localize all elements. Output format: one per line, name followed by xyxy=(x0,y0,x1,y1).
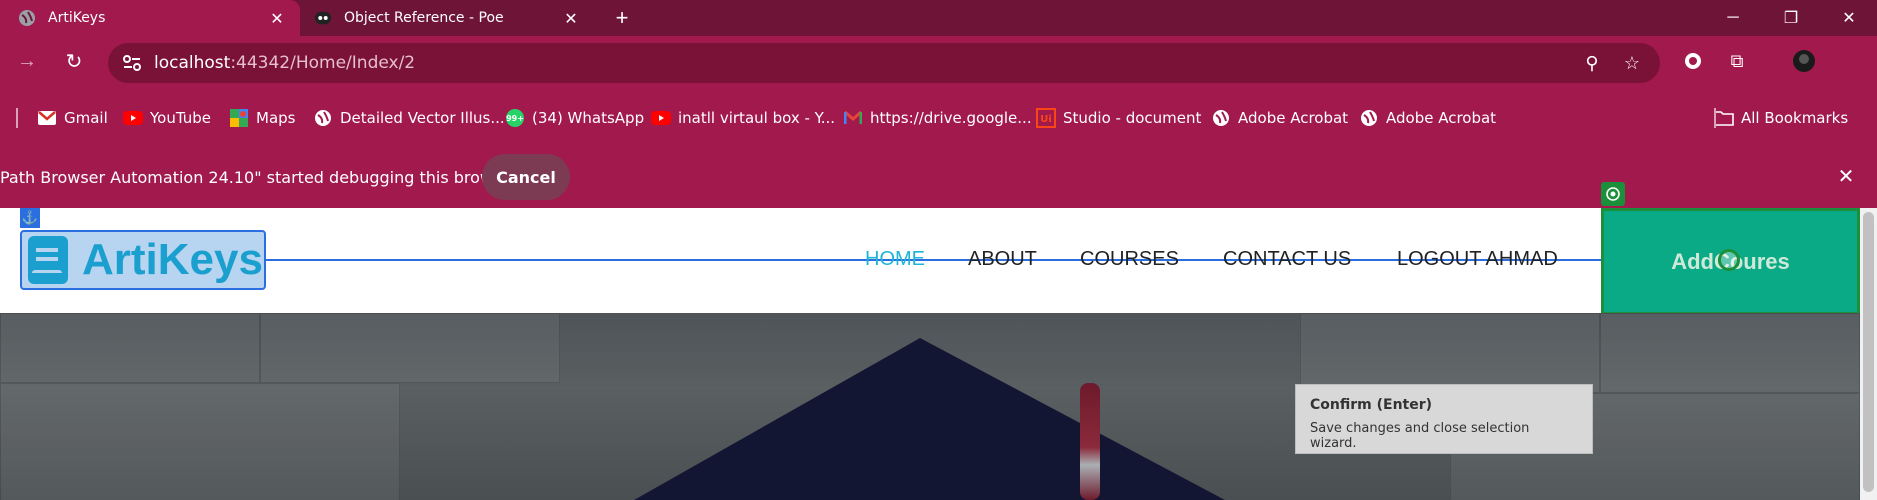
graduation-cap xyxy=(620,338,1240,500)
tab-strip: ArtiKeys ✕ Object Reference - Poe ✕ + ─ … xyxy=(0,0,1877,36)
wall-block xyxy=(260,313,560,383)
nav-logout[interactable]: LOGOUT AHMAD xyxy=(1397,248,1558,271)
extension-circle-icon[interactable] xyxy=(1676,44,1710,78)
all-bookmarks[interactable]: All Bookmarks xyxy=(1714,102,1848,134)
zoom-icon[interactable]: ⚲ xyxy=(1576,47,1608,79)
tab-poe[interactable]: Object Reference - Poe ✕ xyxy=(304,0,594,36)
youtube-icon xyxy=(651,108,671,128)
bookmark-whatsapp[interactable]: 99+ (34) WhatsApp xyxy=(505,102,644,134)
bookmark-drive[interactable]: https://drive.google... xyxy=(843,102,1032,134)
globe-icon xyxy=(1211,108,1231,128)
extensions-puzzle-icon[interactable]: ⧉ xyxy=(1720,44,1754,78)
tooltip-title: Confirm (Enter) xyxy=(1310,397,1433,413)
svg-text:Ui: Ui xyxy=(1040,114,1052,125)
svg-text:99+: 99+ xyxy=(506,114,524,123)
youtube-icon xyxy=(123,108,143,128)
cap-tassel xyxy=(1080,383,1100,500)
minimize-icon[interactable]: ─ xyxy=(1705,0,1761,36)
anchor-icon[interactable]: ⚓ xyxy=(20,208,40,228)
target-marker-icon xyxy=(1718,249,1740,271)
forward-icon[interactable]: → xyxy=(10,44,44,78)
wall-block xyxy=(0,383,400,500)
tab-title: ArtiKeys xyxy=(48,10,106,26)
web-page: ArtiKeys ⚓ HOME ABOUT COURSES CONTACT US… xyxy=(0,182,1860,500)
bookmark-maps[interactable]: Maps xyxy=(229,102,295,134)
tab-artikeys[interactable]: ArtiKeys ✕ xyxy=(0,0,300,36)
site-header: ArtiKeys ⚓ HOME ABOUT COURSES CONTACT US… xyxy=(0,208,1860,315)
book-icon xyxy=(28,236,68,284)
close-tab-icon[interactable]: ✕ xyxy=(558,5,584,31)
globe-icon xyxy=(1359,108,1379,128)
bookmark-star-icon[interactable]: ☆ xyxy=(1616,47,1648,79)
confirm-tooltip: Confirm (Enter) Save changes and close s… xyxy=(1295,384,1593,454)
bookmark-adobe-1[interactable]: Adobe Acrobat xyxy=(1211,102,1348,134)
folder-icon xyxy=(1714,108,1734,128)
infobar-message: Path Browser Automation 24.10" started d… xyxy=(0,168,518,187)
wall-block xyxy=(1300,313,1600,393)
site-logo[interactable]: ArtiKeys xyxy=(20,230,266,290)
address-bar[interactable]: localhost:44342/Home/Index/2 ⚲ ☆ xyxy=(108,43,1660,83)
nav-home[interactable]: HOME xyxy=(865,248,925,271)
tooltip-body: Save changes and close selection wizard. xyxy=(1310,421,1530,451)
tab-title: Object Reference - Poe xyxy=(344,10,504,26)
globe-icon xyxy=(313,108,333,128)
nav-about[interactable]: ABOUT xyxy=(968,248,1037,271)
debug-infobar: Path Browser Automation 24.10" started d… xyxy=(0,146,1877,208)
page-scrollbar[interactable] xyxy=(1860,208,1877,500)
site-info-icon[interactable] xyxy=(114,45,150,81)
wall-block xyxy=(0,313,260,383)
bookmark-youtube[interactable]: YouTube xyxy=(123,102,211,134)
close-tab-icon[interactable]: ✕ xyxy=(264,5,290,31)
nav-contact[interactable]: CONTACT US xyxy=(1223,248,1351,271)
restore-icon[interactable]: ❐ xyxy=(1763,0,1819,36)
bookmark-adobe-2[interactable]: Adobe Acrobat xyxy=(1359,102,1496,134)
close-window-icon[interactable]: ✕ xyxy=(1821,0,1877,36)
poe-icon xyxy=(314,9,332,27)
nav-courses[interactable]: COURSES xyxy=(1080,248,1179,271)
logo-text: ArtiKeys xyxy=(82,235,263,284)
reload-icon[interactable]: ↻ xyxy=(57,44,91,78)
gmail-icon xyxy=(843,108,863,128)
scrollbar-thumb[interactable] xyxy=(1863,212,1874,492)
close-infobar-icon[interactable]: ✕ xyxy=(1830,160,1862,192)
profile-avatar[interactable] xyxy=(1787,44,1821,78)
wall-block xyxy=(1600,313,1860,393)
new-tab-button[interactable]: + xyxy=(608,4,636,32)
bookmarks-divider xyxy=(1714,108,1716,128)
url-text[interactable]: localhost:44342/Home/Index/2 xyxy=(154,53,415,73)
whatsapp-icon: 99+ xyxy=(505,108,525,128)
gmail-icon xyxy=(37,108,57,128)
bookmarks-bar: Gmail YouTube Maps Detailed Vector Illus… xyxy=(0,102,1877,134)
target-icon[interactable] xyxy=(1601,182,1625,206)
bookmark-studio[interactable]: Ui Studio - document xyxy=(1036,102,1201,134)
globe-icon xyxy=(18,9,36,27)
uipath-icon: Ui xyxy=(1036,108,1056,128)
bookmark-gmail[interactable]: Gmail xyxy=(37,102,108,134)
bookmark-vector[interactable]: Detailed Vector Illus... xyxy=(313,102,505,134)
cancel-button[interactable]: Cancel xyxy=(482,154,570,200)
bookmark-virtualbox[interactable]: inatll virtaul box - Y... xyxy=(651,102,835,134)
maps-icon xyxy=(229,108,249,128)
